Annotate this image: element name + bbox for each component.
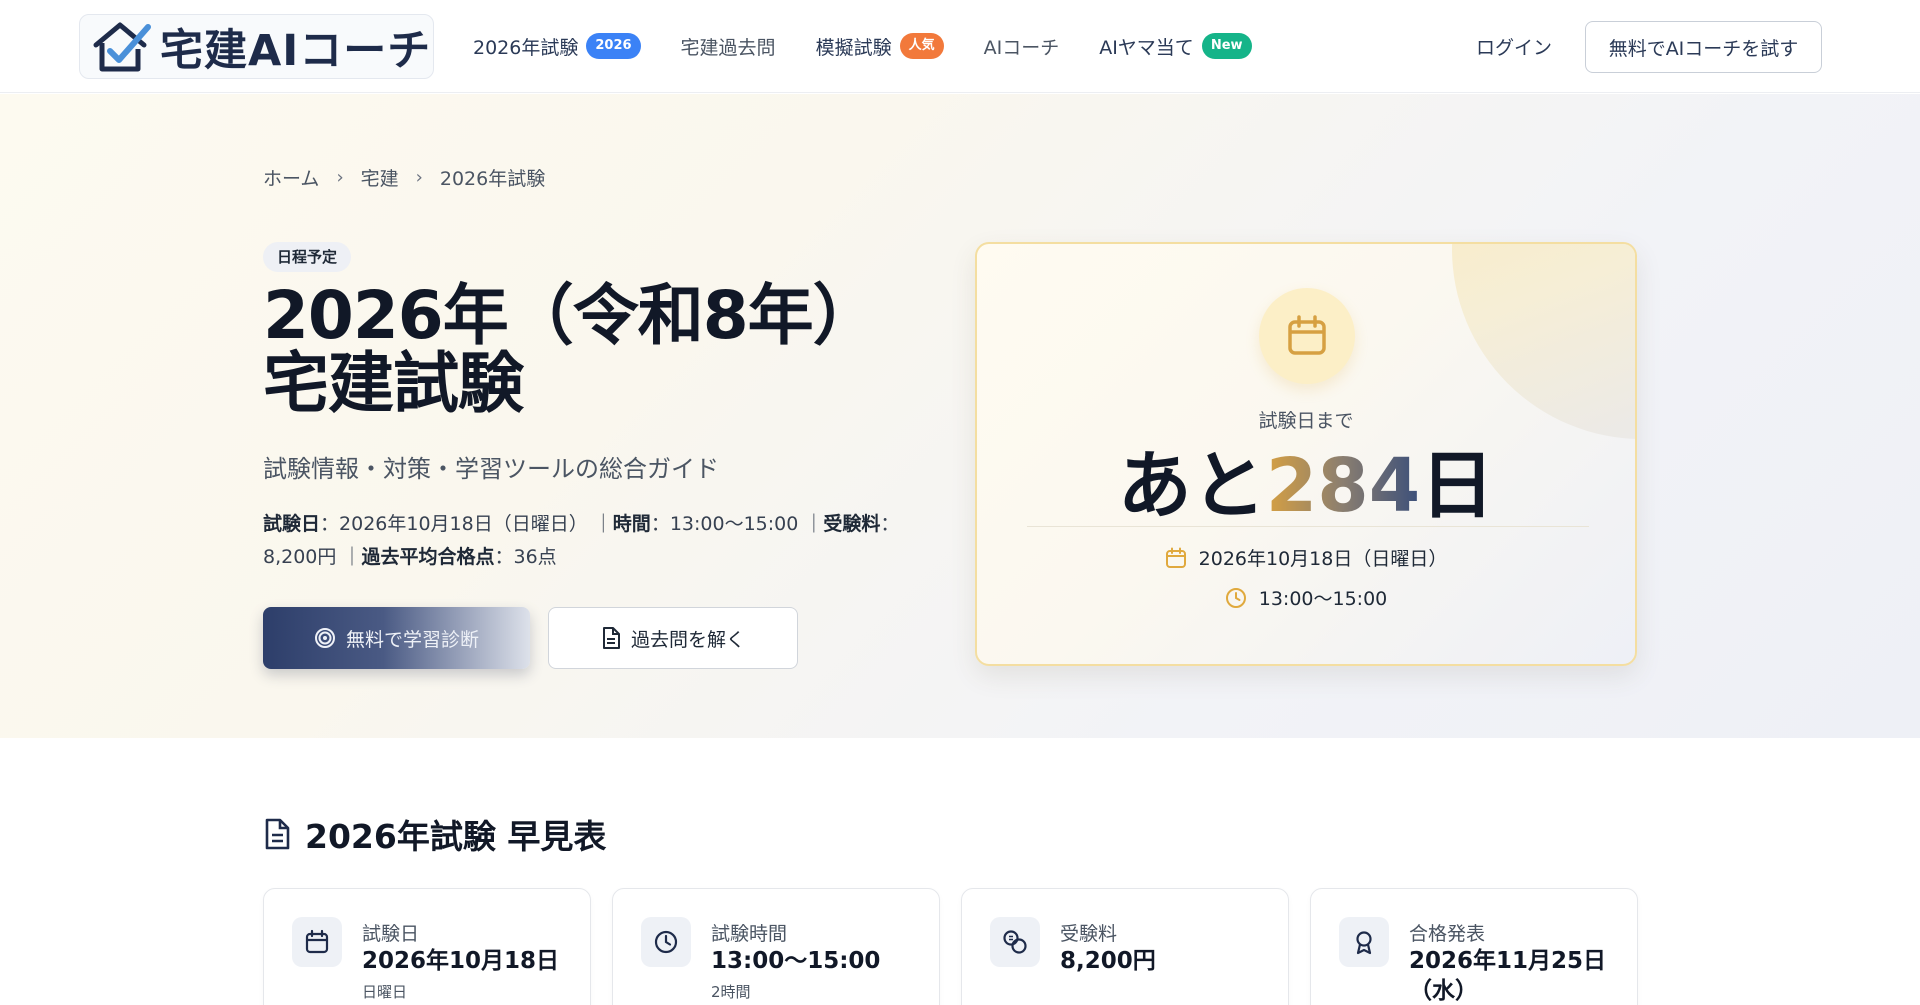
try-ai-coach-button[interactable]: 無料でAIコーチを試す — [1585, 21, 1822, 73]
nav-item-past-questions[interactable]: 宅建過去問 — [681, 33, 776, 60]
time-label: 時間 — [612, 513, 651, 535]
quick-card-fee: 受験料 8,200円 — [961, 888, 1289, 1005]
chevron-right-icon: › — [415, 167, 423, 188]
site-header: 宅建AIコーチ 2026年試験 2026 宅建過去問 模擬試験 人気 AIコーチ… — [0, 0, 1920, 93]
countdown-suffix: 日 — [1420, 443, 1495, 529]
card-value: 13:00〜15:00 — [711, 948, 881, 974]
nav-item-mock-exam[interactable]: 模擬試験 人気 — [816, 33, 944, 60]
logo-text: 宅建AIコーチ — [160, 25, 432, 76]
nav-item-ai-prediction[interactable]: AIヤマ当て New — [1099, 33, 1252, 60]
main-nav: 2026年試験 2026 宅建過去問 模擬試験 人気 AIコーチ AIヤマ当て … — [473, 26, 1292, 66]
breadcrumb-takken[interactable]: 宅建 — [361, 164, 399, 191]
breadcrumb: ホーム › 宅建 › 2026年試験 — [263, 164, 545, 191]
card-sub: 日曜日 — [362, 983, 408, 1001]
page-subtitle: 試験情報・対策・学習ツールの総合ガイド — [263, 455, 719, 483]
card-label: 受験料 — [1060, 923, 1118, 945]
solve-past-questions-button[interactable]: 過去問を解く — [548, 607, 798, 669]
breadcrumb-home[interactable]: ホーム — [263, 164, 319, 191]
clock-icon — [1225, 587, 1247, 609]
button-label: 過去問を解く — [630, 628, 745, 651]
exam-date-label: 試験日 — [263, 513, 321, 535]
avg-pass-label: 過去平均合格点 — [361, 546, 495, 568]
nav-item-ai-coach[interactable]: AIコーチ — [984, 33, 1060, 60]
section-title-text: 2026年試験 早見表 — [305, 817, 607, 856]
coins-icon — [990, 917, 1040, 967]
countdown-time-row: 13:00〜15:00 — [977, 584, 1635, 611]
year-badge: 2026 — [586, 33, 641, 59]
popular-badge: 人気 — [899, 33, 944, 59]
award-icon — [1339, 917, 1389, 967]
status-badge: 日程予定 — [263, 242, 352, 272]
countdown-time: 13:00〜15:00 — [1258, 588, 1388, 610]
nav-label: AIヤマ当て — [1099, 36, 1194, 59]
page-title: 2026年（令和8年） 宅建試験 — [263, 282, 903, 418]
card-value-weekday: （水） — [1409, 977, 1478, 1004]
countdown-date: 2026年10月18日（日曜日） — [1198, 548, 1448, 570]
fee-label: 受験料 — [823, 513, 881, 535]
countdown-prefix: あと — [1117, 443, 1266, 529]
card-label: 試験時間 — [711, 923, 788, 945]
chevron-right-icon: › — [336, 167, 344, 188]
fee-value: 8,200円 — [263, 546, 337, 568]
time-value: 13:00〜15:00 — [669, 513, 799, 535]
countdown-card: 試験日まで あと284日 2026年10月18日（日曜日） 13:00〜15:0… — [975, 242, 1637, 666]
document-icon — [601, 627, 621, 649]
countdown-days: 284 — [1265, 443, 1421, 529]
card-sub: 2時間 — [711, 983, 751, 1001]
exam-date-value: 2026年10月18日（日曜日） — [339, 513, 588, 535]
quick-card-exam-time: 試験時間 13:00〜15:00 2時間 — [612, 888, 940, 1005]
nav-label: 模擬試験 — [815, 36, 892, 59]
card-value: 2026年11月25日 （水） — [1409, 947, 1606, 1005]
clock-icon — [641, 917, 691, 967]
card-label: 試験日 — [362, 923, 420, 945]
login-link[interactable]: ログイン — [1476, 33, 1552, 60]
divider — [1027, 526, 1589, 527]
nav-label: 2026年試験 — [473, 36, 579, 59]
section-title: 2026年試験 早見表 — [263, 810, 606, 858]
countdown-value: あと284日 — [977, 426, 1635, 533]
hero-section: ホーム › 宅建 › 2026年試験 日程予定 2026年（令和8年） 宅建試験… — [0, 94, 1920, 738]
card-label: 合格発表 — [1409, 923, 1486, 945]
breadcrumb-current: 2026年試験 — [439, 168, 546, 190]
quick-card-results: 合格発表 2026年11月25日 （水） — [1310, 888, 1638, 1005]
calendar-icon — [1165, 547, 1187, 569]
button-label: 無料で学習診断 — [345, 628, 479, 651]
nav-label: AIコーチ — [983, 36, 1060, 59]
document-icon — [263, 818, 291, 850]
avg-pass-value: 36点 — [513, 546, 557, 568]
site-logo[interactable]: 宅建AIコーチ — [79, 14, 434, 79]
card-value-date: 2026年11月25日 — [1409, 948, 1607, 974]
nav-item-2026-exam[interactable]: 2026年試験 2026 — [473, 33, 641, 60]
calendar-icon — [292, 917, 342, 967]
countdown-date-row: 2026年10月18日（日曜日） — [977, 544, 1635, 571]
house-check-icon — [93, 22, 151, 71]
exam-summary: 試験日：2026年10月18日（日曜日） ｜時間：13:00〜15:00 ｜受験… — [263, 513, 900, 568]
title-line-2: 宅建試験 — [263, 344, 524, 422]
calendar-icon — [1259, 288, 1355, 384]
quick-card-exam-date: 試験日 2026年10月18日 日曜日 — [263, 888, 591, 1005]
free-diagnosis-button[interactable]: 無料で学習診断 — [263, 607, 530, 669]
new-badge: New — [1201, 33, 1252, 59]
card-value: 2026年10月18日 — [362, 948, 560, 974]
target-icon — [314, 627, 336, 649]
title-line-1: 2026年（令和8年） — [263, 277, 879, 354]
card-value: 8,200円 — [1060, 948, 1156, 974]
nav-label: 宅建過去問 — [680, 36, 776, 59]
